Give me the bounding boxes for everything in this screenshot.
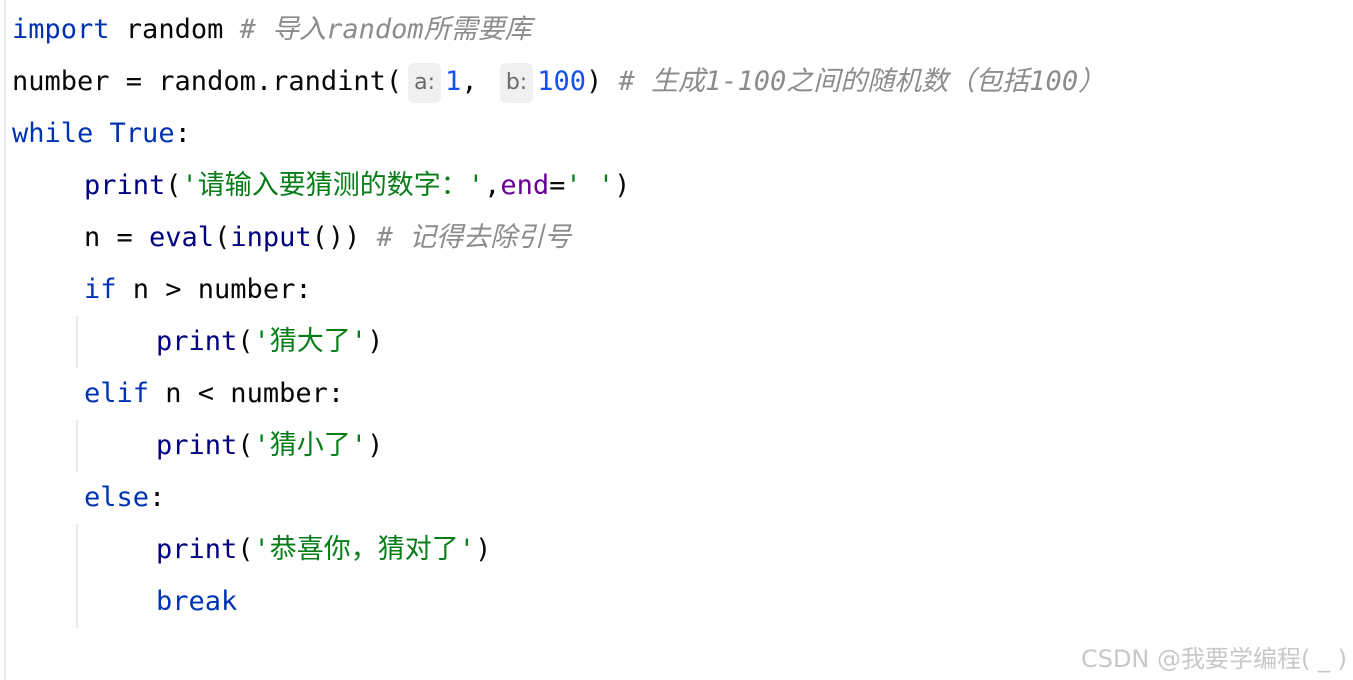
builtin-print: print: [156, 430, 238, 461]
code-line-11[interactable]: print('恭喜你，猜对了'): [156, 524, 491, 576]
code-line-3[interactable]: while True:: [12, 108, 191, 160]
close-parens: ()): [311, 222, 377, 253]
builtin-print: print: [84, 170, 166, 201]
keyword-import: import: [12, 14, 110, 45]
module-name: random: [109, 14, 240, 45]
number-literal: 1: [445, 66, 462, 97]
indent-guide: [76, 524, 78, 628]
number-literal: 100: [537, 66, 586, 97]
code-line-2[interactable]: number = random.randint(a: 1, b: 100) # 生成…: [12, 56, 1105, 108]
close-paren: ): [367, 326, 384, 357]
close-paren: ): [475, 534, 492, 565]
param-hint-b: b:: [499, 62, 534, 103]
keyword-else: else: [84, 482, 150, 513]
string-literal: '请输入要猜测的数字：': [181, 170, 485, 201]
separator: ,: [461, 66, 494, 97]
colon: :: [149, 482, 166, 513]
equals: =: [549, 170, 566, 201]
open-paren: (: [214, 222, 231, 253]
keyword-elif: elif: [84, 378, 150, 409]
code-line-10[interactable]: else:: [84, 472, 165, 524]
code-line-7[interactable]: print('猜大了'): [156, 316, 383, 368]
code-line-5[interactable]: n = eval(input()) # 记得去除引号: [84, 212, 571, 264]
code-line-9[interactable]: print('猜小了'): [156, 420, 383, 472]
builtin-print: print: [156, 326, 238, 357]
keyword-true: True: [109, 118, 175, 149]
string-literal: ' ': [565, 170, 615, 201]
assignment: number = random.randint(: [12, 66, 403, 97]
code-line-6[interactable]: if n > number:: [84, 264, 312, 316]
condition: n > number:: [116, 274, 312, 305]
builtin-print: print: [156, 534, 238, 565]
string-literal: '猜大了': [253, 326, 368, 357]
string-literal: '猜小了': [253, 430, 368, 461]
code-line-4[interactable]: print('请输入要猜测的数字：',end=' '): [84, 160, 630, 212]
comment: # 记得去除引号: [376, 222, 572, 253]
indent-guide: [76, 316, 78, 368]
code-line-12[interactable]: break: [156, 576, 237, 628]
open-paren: (: [237, 326, 254, 357]
keyword-break: break: [156, 586, 238, 617]
kwarg-end: end: [500, 170, 550, 201]
assignment: n =: [84, 222, 150, 253]
indent-guide: [76, 420, 78, 472]
close-paren: ): [614, 170, 631, 201]
keyword-while: while: [12, 118, 94, 149]
close-paren: ): [367, 430, 384, 461]
colon: :: [174, 118, 191, 149]
builtin-eval: eval: [149, 222, 215, 253]
comment: # 导入random所需要库: [239, 14, 532, 45]
builtin-input: input: [230, 222, 312, 253]
param-hint-a: a:: [408, 62, 442, 103]
comment: # 生成1-100之间的随机数（包括100）: [618, 66, 1106, 97]
code-line-1[interactable]: import random # 导入random所需要库: [12, 4, 532, 56]
keyword-if: if: [84, 274, 117, 305]
comma: ,: [484, 170, 501, 201]
open-paren: (: [237, 430, 254, 461]
code-editor[interactable]: import random # 导入random所需要库 number = ra…: [4, 0, 1353, 680]
condition: n < number:: [149, 378, 345, 409]
open-paren: (: [165, 170, 182, 201]
code-line-8[interactable]: elif n < number:: [84, 368, 344, 420]
string-literal: '恭喜你，猜对了': [253, 534, 476, 565]
open-paren: (: [237, 534, 254, 565]
watermark: CSDN @我要学编程( _ ): [1080, 645, 1347, 673]
close-paren: ): [586, 66, 619, 97]
